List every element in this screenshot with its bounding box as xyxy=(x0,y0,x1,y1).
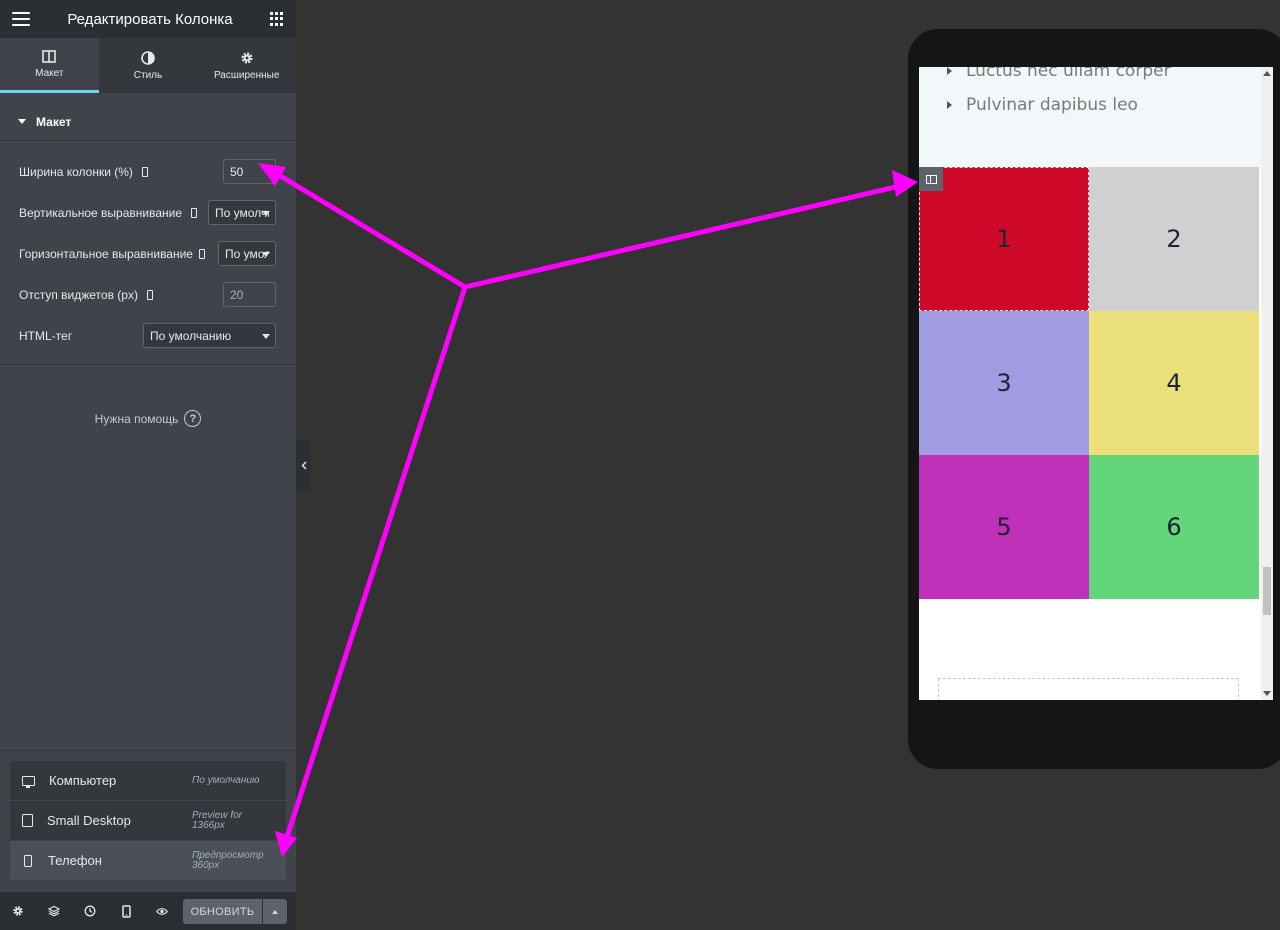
desktop-icon xyxy=(22,775,35,788)
column-handle-icon[interactable] xyxy=(919,167,943,191)
responsive-devices: Компьютер По умолчанию Small Desktop Pre… xyxy=(0,750,296,892)
html-tag-select[interactable]: По умолчанию xyxy=(143,323,276,348)
help-label: Нужна помощь xyxy=(94,411,179,426)
arrow-to-phone-device xyxy=(283,284,468,843)
tablet-icon xyxy=(22,814,33,827)
panel-tabs: Макет Стиль Расширенные xyxy=(0,38,296,93)
chevron-down-icon xyxy=(262,252,270,257)
responsive-phone-icon[interactable] xyxy=(191,207,198,218)
device-note: По умолчанию xyxy=(192,774,260,786)
list-item-text: Luctus nec ullam corper xyxy=(966,67,1171,81)
widget-spacing-control: Отступ виджетов (px) 20 xyxy=(0,274,296,315)
preview-scrollbar[interactable] xyxy=(1261,67,1273,700)
column-width-control: Ширина колонки (%) 50 xyxy=(0,151,296,192)
list-item: Pulvinar dapibus leo xyxy=(947,95,1138,115)
scroll-down-icon[interactable] xyxy=(1263,691,1271,696)
tab-layout[interactable]: Макет xyxy=(0,38,99,93)
device-name: Телефон xyxy=(48,853,102,868)
horizontal-align-control: Горизонтальное выравнивание По умолчанию xyxy=(0,233,296,274)
device-note: Preview for 1366px xyxy=(192,809,243,831)
device-name: Компьютер xyxy=(49,773,117,788)
phone-screen: Luctus nec ullam corper Pulvinar dapibus… xyxy=(919,67,1261,700)
grid-cell-5[interactable]: 5 xyxy=(919,455,1089,599)
horizontal-align-select[interactable]: По умолчанию xyxy=(218,241,276,266)
responsive-phone-icon[interactable] xyxy=(198,248,205,259)
tab-style[interactable]: Стиль xyxy=(99,38,198,93)
eye-icon[interactable] xyxy=(156,905,168,917)
tab-style-label: Стиль xyxy=(133,69,163,81)
column-width-label: Ширина колонки (%) xyxy=(19,164,133,179)
section-layout-header[interactable]: Макет xyxy=(0,103,296,141)
chevron-up-icon xyxy=(272,909,278,914)
empty-section-placeholder xyxy=(938,678,1239,700)
chevron-left-icon xyxy=(301,461,306,469)
widget-spacing-label: Отступ виджетов (px) xyxy=(19,287,138,302)
section-title: Макет xyxy=(36,114,72,129)
phone-icon xyxy=(24,854,32,867)
widget-spacing-input[interactable]: 20 xyxy=(223,282,276,307)
settings-icon[interactable] xyxy=(12,905,24,917)
collapse-panel-button[interactable] xyxy=(296,440,311,490)
caret-right-icon xyxy=(947,101,952,109)
arrow-to-width-input xyxy=(269,168,468,290)
grid-cell-6[interactable]: 6 xyxy=(1089,455,1259,599)
vertical-align-label: Вертикальное выравнивание xyxy=(19,205,183,220)
help-link[interactable]: Нужна помощь ? xyxy=(0,410,296,427)
html-tag-label: HTML-тег xyxy=(19,328,73,343)
device-small-desktop[interactable]: Small Desktop Preview for 1366px xyxy=(10,801,286,841)
icon-list: Luctus nec ullam corper Pulvinar dapibus… xyxy=(919,67,1261,167)
history-icon[interactable] xyxy=(84,905,96,917)
chevron-down-icon xyxy=(262,211,270,216)
grid-cell-2[interactable]: 2 xyxy=(1089,167,1259,311)
grid-cell-1[interactable]: 1 xyxy=(919,167,1089,311)
layers-icon[interactable] xyxy=(48,905,60,917)
vertical-align-value: По умолчанию xyxy=(215,205,269,220)
caret-down-icon xyxy=(18,119,26,124)
responsive-phone-icon[interactable] xyxy=(146,289,153,300)
layout-controls: Ширина колонки (%) 50 Вертикальное вырав… xyxy=(0,141,296,365)
update-options-button[interactable] xyxy=(263,899,287,924)
responsive-mode-icon[interactable] xyxy=(120,904,132,918)
color-grid: 1 2 3 4 5 6 xyxy=(919,167,1259,599)
grid-cell-3[interactable]: 3 xyxy=(919,311,1089,455)
chevron-down-icon xyxy=(262,334,270,339)
vertical-align-select[interactable]: По умолчанию xyxy=(208,200,276,225)
panel-header: Редактировать Колонка xyxy=(0,0,296,38)
help-icon: ? xyxy=(184,410,202,427)
scroll-up-icon[interactable] xyxy=(1263,71,1271,76)
device-name: Small Desktop xyxy=(47,813,131,828)
columns-icon xyxy=(42,49,57,63)
column-width-input[interactable]: 50 xyxy=(223,159,276,184)
hamburger-icon[interactable] xyxy=(12,12,30,26)
editor-panel: Редактировать Колонка Макет Стиль Расшир… xyxy=(0,0,296,930)
device-note: Предпросмотр 360px xyxy=(192,849,264,871)
contrast-icon xyxy=(141,50,155,65)
vertical-align-control: Вертикальное выравнивание По умолчанию xyxy=(0,192,296,233)
arrow-to-column-handle xyxy=(462,183,903,290)
responsive-phone-icon[interactable] xyxy=(141,166,148,177)
tab-advanced[interactable]: Расширенные xyxy=(197,38,296,93)
list-item: Luctus nec ullam corper xyxy=(947,67,1171,81)
device-list: Компьютер По умолчанию Small Desktop Pre… xyxy=(10,761,286,881)
tab-layout-label: Макет xyxy=(35,68,64,79)
panel-footer: ОБНОВИТЬ xyxy=(0,892,296,930)
device-phone[interactable]: Телефон Предпросмотр 360px xyxy=(10,841,286,881)
caret-right-icon xyxy=(947,67,952,75)
html-tag-value: По умолчанию xyxy=(150,328,232,343)
html-tag-control: HTML-тег По умолчанию xyxy=(0,315,296,356)
tab-advanced-label: Расширенные xyxy=(213,69,280,81)
horizontal-align-label: Горизонтальное выравнивание xyxy=(19,246,193,261)
apps-grid-icon[interactable] xyxy=(269,12,284,26)
grid-cell-4[interactable]: 4 xyxy=(1089,311,1259,455)
list-item-text: Pulvinar dapibus leo xyxy=(966,95,1138,115)
panel-title: Редактировать Колонка xyxy=(67,10,233,28)
gear-icon xyxy=(240,51,254,65)
scrollbar-thumb[interactable] xyxy=(1263,567,1271,615)
update-button[interactable]: ОБНОВИТЬ xyxy=(183,899,262,924)
device-desktop[interactable]: Компьютер По умолчанию xyxy=(10,761,286,801)
